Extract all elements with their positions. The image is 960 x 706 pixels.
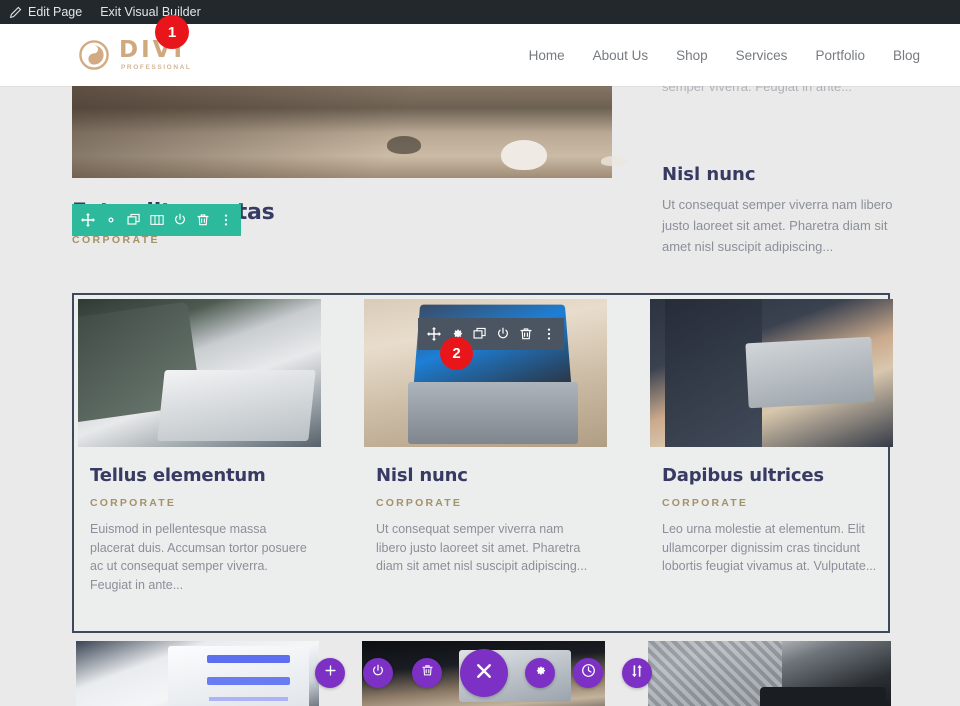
pencil-icon xyxy=(9,6,22,19)
wireframe-toggle-button[interactable] xyxy=(363,658,393,688)
card-image[interactable] xyxy=(648,641,891,706)
card-image[interactable] xyxy=(78,299,321,447)
row-settings-button[interactable] xyxy=(99,204,122,236)
row-delete-button[interactable] xyxy=(191,204,214,236)
annotation-badge-1: 1 xyxy=(155,15,189,49)
columns-icon xyxy=(149,213,164,227)
clock-icon xyxy=(581,663,596,683)
duplicate-icon xyxy=(472,327,487,341)
module-disable-button[interactable] xyxy=(491,318,514,350)
add-section-button[interactable] xyxy=(315,658,345,688)
top-section: Est velit egestas CORPORATE semper viver… xyxy=(0,78,960,281)
visual-builder-screen: Edit Page Exit Visual Builder DIVI PROFE… xyxy=(0,0,960,706)
logo-subtitle: PROFESSIONAL xyxy=(121,63,192,71)
exit-visual-builder-label: Exit Visual Builder xyxy=(100,5,201,19)
empty-trash-button[interactable] xyxy=(412,658,442,688)
blog-card[interactable] xyxy=(76,641,319,706)
top-right-body: Ut consequat semper viverra nam libero j… xyxy=(662,197,893,254)
move-icon xyxy=(426,327,441,341)
page-settings-button[interactable] xyxy=(525,658,555,688)
close-icon xyxy=(474,661,494,686)
responsive-views-button[interactable] xyxy=(622,658,652,688)
row-move-button[interactable] xyxy=(76,204,99,236)
primary-navigation: Home About Us Shop Services Portfolio Bl… xyxy=(529,48,920,63)
row-more-options-button[interactable] xyxy=(214,204,237,236)
nav-item-portfolio[interactable]: Portfolio xyxy=(815,48,865,63)
module-more-options-button[interactable] xyxy=(537,318,560,350)
row-toolbar xyxy=(72,204,241,236)
power-icon xyxy=(371,664,385,683)
row-disable-button[interactable] xyxy=(168,204,191,236)
blog-card[interactable]: Tellus elementum CORPORATE Euismod in pe… xyxy=(78,299,321,627)
card-title: Nisl nunc xyxy=(376,465,468,486)
power-icon xyxy=(496,327,510,341)
trash-icon xyxy=(421,664,434,682)
card-category: CORPORATE xyxy=(376,497,463,509)
divi-logo-icon xyxy=(78,39,110,71)
card-excerpt: Ut consequat semper viverra nam libero j… xyxy=(376,522,588,573)
more-options-icon xyxy=(219,213,233,227)
blog-card[interactable] xyxy=(648,641,891,706)
power-icon xyxy=(173,213,187,227)
more-options-icon xyxy=(542,327,556,341)
blog-card[interactable]: Dapibus ultrices CORPORATE Leo urna mole… xyxy=(650,299,893,627)
page-canvas: Est velit egestas CORPORATE semper viver… xyxy=(0,78,960,706)
card-excerpt: Euismod in pellentesque massa placerat d… xyxy=(90,522,307,592)
site-header: DIVI PROFESSIONAL Home About Us Shop Ser… xyxy=(0,24,960,86)
card-image[interactable] xyxy=(650,299,893,447)
card-category: CORPORATE xyxy=(662,497,749,509)
move-icon xyxy=(80,213,95,227)
row-duplicate-button[interactable] xyxy=(122,204,145,236)
edit-page-label: Edit Page xyxy=(28,5,83,19)
gear-icon xyxy=(104,213,118,227)
nav-item-shop[interactable]: Shop xyxy=(676,48,708,63)
module-duplicate-button[interactable] xyxy=(468,318,491,350)
top-right-title: Nisl nunc xyxy=(662,164,756,185)
sort-icon xyxy=(630,664,644,683)
row-column-structure-button[interactable] xyxy=(145,204,168,236)
close-builder-menu-button[interactable] xyxy=(460,649,508,697)
module-toolbar xyxy=(418,318,564,350)
card-category: CORPORATE xyxy=(90,497,177,509)
nav-item-home[interactable]: Home xyxy=(529,48,565,63)
nav-item-about-us[interactable]: About Us xyxy=(593,48,649,63)
wp-admin-bar: Edit Page Exit Visual Builder xyxy=(0,0,960,24)
annotation-badge-2: 2 xyxy=(440,337,473,370)
gear-icon xyxy=(533,664,547,683)
card-image[interactable] xyxy=(76,641,319,706)
trash-icon xyxy=(519,327,533,341)
editing-history-button[interactable] xyxy=(573,658,603,688)
duplicate-icon xyxy=(126,213,141,227)
edit-page-button[interactable]: Edit Page xyxy=(0,0,91,24)
card-title: Tellus elementum xyxy=(90,465,266,486)
card-title: Dapibus ultrices xyxy=(662,465,824,486)
module-delete-button[interactable] xyxy=(514,318,537,350)
trash-icon xyxy=(196,213,210,227)
card-excerpt: Leo urna molestie at elementum. Elit ull… xyxy=(662,522,877,573)
add-icon xyxy=(324,664,337,682)
nav-item-blog[interactable]: Blog xyxy=(893,48,920,63)
exit-visual-builder-button[interactable]: Exit Visual Builder xyxy=(91,0,210,24)
hero-image[interactable] xyxy=(72,78,612,178)
nav-item-services[interactable]: Services xyxy=(736,48,788,63)
